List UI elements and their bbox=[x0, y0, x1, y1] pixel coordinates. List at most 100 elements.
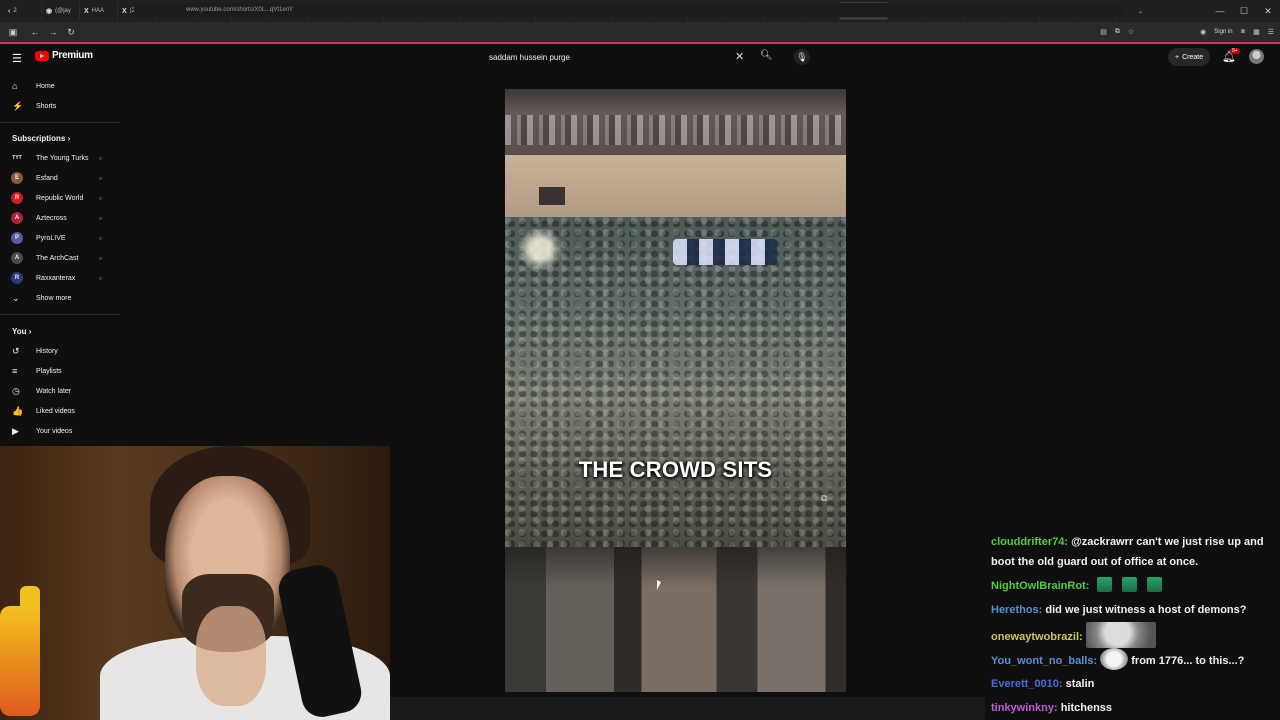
x-favicon-icon: X bbox=[84, 7, 89, 15]
pip-toolbar-icon[interactable]: ⧉ bbox=[1115, 28, 1120, 36]
browser-tab[interactable]: ◉ (@jay bbox=[42, 2, 80, 20]
bookmark-star-icon[interactable]: ☆ bbox=[1128, 28, 1134, 36]
sidebar-item-shorts[interactable]: ⚡ Shorts bbox=[0, 96, 120, 116]
chat-message: Everett_0010: stalin bbox=[991, 674, 1280, 694]
you-heading[interactable]: You › bbox=[12, 327, 31, 336]
picture-in-picture-icon[interactable]: ⧉ bbox=[821, 493, 827, 504]
chat-username[interactable]: You_wont_no_balls: bbox=[991, 655, 1097, 667]
window-controls: — ☐ ✕ bbox=[1208, 0, 1280, 22]
tab-list-chevron-icon[interactable]: ⌄ bbox=[1134, 2, 1152, 20]
mouse-cursor bbox=[657, 580, 661, 590]
sidebar-item-playlists[interactable]: ≡ Playlists bbox=[0, 361, 120, 381]
channel-avatar: R bbox=[11, 192, 23, 204]
chat-username[interactable]: clouddrifter74: bbox=[991, 536, 1068, 548]
show-more-button[interactable]: ⌄ Show more bbox=[0, 288, 120, 308]
clear-search-icon[interactable]: ✕ bbox=[735, 50, 744, 63]
forward-icon[interactable]: → bbox=[44, 22, 62, 42]
chat-message: NightOwlBrainRot: bbox=[991, 576, 1280, 596]
sidebar-item-label: PyroLIVE bbox=[36, 234, 66, 242]
youtube-play-icon bbox=[35, 50, 49, 61]
sidebar-subscription-item[interactable]: E Esfand bbox=[0, 168, 120, 188]
sidebar-item-watch-later[interactable]: ◷ Watch later bbox=[0, 381, 120, 401]
sidebar-item-liked-videos[interactable]: 👍 Liked videos bbox=[0, 401, 120, 421]
home-icon: ⌂ bbox=[12, 81, 18, 91]
create-label: Create bbox=[1182, 53, 1204, 61]
sidebar-item-label: Your videos bbox=[36, 427, 73, 435]
chat-message: Herethos: did we just witness a host of … bbox=[991, 600, 1280, 620]
sidebar-item-home[interactable]: ⌂ Home bbox=[0, 76, 120, 96]
tab-scroll-left[interactable]: ‹ 2 bbox=[4, 2, 42, 20]
sign-in-link[interactable]: Sign in bbox=[1214, 29, 1232, 35]
browser-tab[interactable]: XHAA bbox=[80, 2, 118, 20]
youtube-logo[interactable]: Premium bbox=[35, 50, 93, 61]
your-videos-icon: ▶ bbox=[12, 425, 19, 436]
back-icon[interactable]: ← bbox=[26, 22, 44, 42]
you-heading-label: You bbox=[12, 327, 27, 336]
chat-emote bbox=[1122, 577, 1138, 592]
logo-text: Premium bbox=[52, 50, 93, 61]
sidebar-subscription-item[interactable]: R Republic World bbox=[0, 188, 120, 208]
shorts-video-player[interactable]: THE CROWD SITS ⧉ bbox=[505, 89, 846, 692]
account-avatar[interactable] bbox=[1249, 49, 1264, 64]
liked-icon: 👍 bbox=[12, 405, 24, 416]
url-field[interactable]: www.youtube.com/shorts/X0L...qVt1enY bbox=[134, 3, 1124, 17]
sidebar-toggle-icon[interactable]: ▣ bbox=[4, 22, 22, 42]
youtube-header: ☰ Premium saddam hussein purge ✕ 🔍︎ 🎙︎ +… bbox=[0, 44, 1280, 70]
favicon-icon: ◉ bbox=[46, 8, 53, 15]
search-icon[interactable]: 🔍︎ bbox=[760, 50, 773, 61]
chat-emote bbox=[1097, 577, 1113, 592]
chat-text: from 1776... to this...? bbox=[1131, 655, 1245, 667]
tab-label: HAA bbox=[91, 8, 105, 14]
new-content-dot bbox=[99, 156, 102, 160]
close-window-icon[interactable]: ✕ bbox=[1256, 0, 1280, 22]
playlists-icon: ≡ bbox=[12, 366, 18, 376]
sidebar-divider bbox=[0, 122, 120, 123]
sidebar-item-label: Esfand bbox=[36, 174, 58, 182]
new-content-dot bbox=[99, 216, 102, 220]
chat-text: did we just witness a host of demons? bbox=[1045, 604, 1247, 616]
menu-icon[interactable]: ☰ bbox=[1268, 28, 1274, 36]
guide-menu-icon[interactable]: ☰ bbox=[12, 52, 22, 65]
sidebar-subscription-item[interactable]: TYT The Young Turks bbox=[0, 148, 120, 168]
microphone-icon[interactable]: 🎙︎ bbox=[794, 49, 810, 65]
minimize-icon[interactable]: — bbox=[1208, 0, 1232, 22]
sidebar-subscription-item[interactable]: A Aztecross bbox=[0, 208, 120, 228]
sidebar-item-label: The ArchCast bbox=[36, 254, 79, 262]
sidebar-subscription-item[interactable]: P PyroLIVE bbox=[0, 228, 120, 248]
tab-label: (@jay bbox=[55, 8, 71, 14]
reader-icon[interactable]: ▤ bbox=[1100, 28, 1107, 36]
chevron-left-icon: ‹ bbox=[8, 7, 11, 15]
chat-username[interactable]: Everett_0010: bbox=[991, 678, 1063, 690]
profile-icon[interactable]: ▦ bbox=[1253, 28, 1260, 36]
channel-avatar: TYT bbox=[12, 155, 22, 161]
sidebar-item-label: Republic World bbox=[36, 194, 84, 202]
chat-username[interactable]: onewaytwobrazil: bbox=[991, 631, 1083, 643]
maximize-icon[interactable]: ☐ bbox=[1232, 0, 1256, 22]
account-icon[interactable]: ◉ bbox=[1200, 28, 1206, 36]
sidebar-item-label: Aztecross bbox=[36, 214, 67, 222]
create-button[interactable]: + Create bbox=[1168, 48, 1211, 66]
chat-emote-image bbox=[1085, 622, 1156, 648]
chevron-down-icon: ⌄ bbox=[12, 292, 20, 303]
chevron-right-icon: › bbox=[67, 134, 71, 143]
sidebar-item-label: History bbox=[36, 347, 58, 355]
sidebar-item-history[interactable]: ↺ History bbox=[0, 341, 120, 361]
video-frame-top bbox=[505, 89, 846, 155]
chat-overlay: clouddrifter74: @zackrawrr can't we just… bbox=[985, 532, 1280, 720]
subscriptions-heading[interactable]: Subscriptions › bbox=[12, 134, 70, 143]
video-caption: THE CROWD SITS bbox=[578, 457, 773, 482]
sidebar-subscription-item[interactable]: A The ArchCast bbox=[0, 248, 120, 268]
url-text: www.youtube.com/shorts/X0L...qVt1enY bbox=[186, 7, 294, 13]
chat-username[interactable]: Herethos: bbox=[991, 604, 1042, 616]
sidebar-item-your-videos[interactable]: ▶ Your videos bbox=[0, 421, 120, 441]
search-input[interactable]: saddam hussein purge bbox=[483, 53, 753, 62]
sidebar-item-label: Raxxanterax bbox=[36, 274, 76, 282]
extensions-icon[interactable]: ⧈ bbox=[1241, 28, 1245, 36]
chat-message: tinkywinkny: hitchenss bbox=[991, 698, 1280, 718]
chat-username[interactable]: tinkywinkny: bbox=[991, 702, 1058, 714]
sidebar-subscription-item[interactable]: R Raxxanterax bbox=[0, 268, 120, 288]
reload-icon[interactable]: ↻ bbox=[62, 22, 80, 42]
video-frame-front-row bbox=[505, 547, 846, 692]
toolbar-extensions: ▤ ⧉ ☆ ◉ Sign in ⧈ ▦ ☰ bbox=[1100, 22, 1274, 42]
chat-username[interactable]: NightOwlBrainRot: bbox=[991, 580, 1089, 592]
